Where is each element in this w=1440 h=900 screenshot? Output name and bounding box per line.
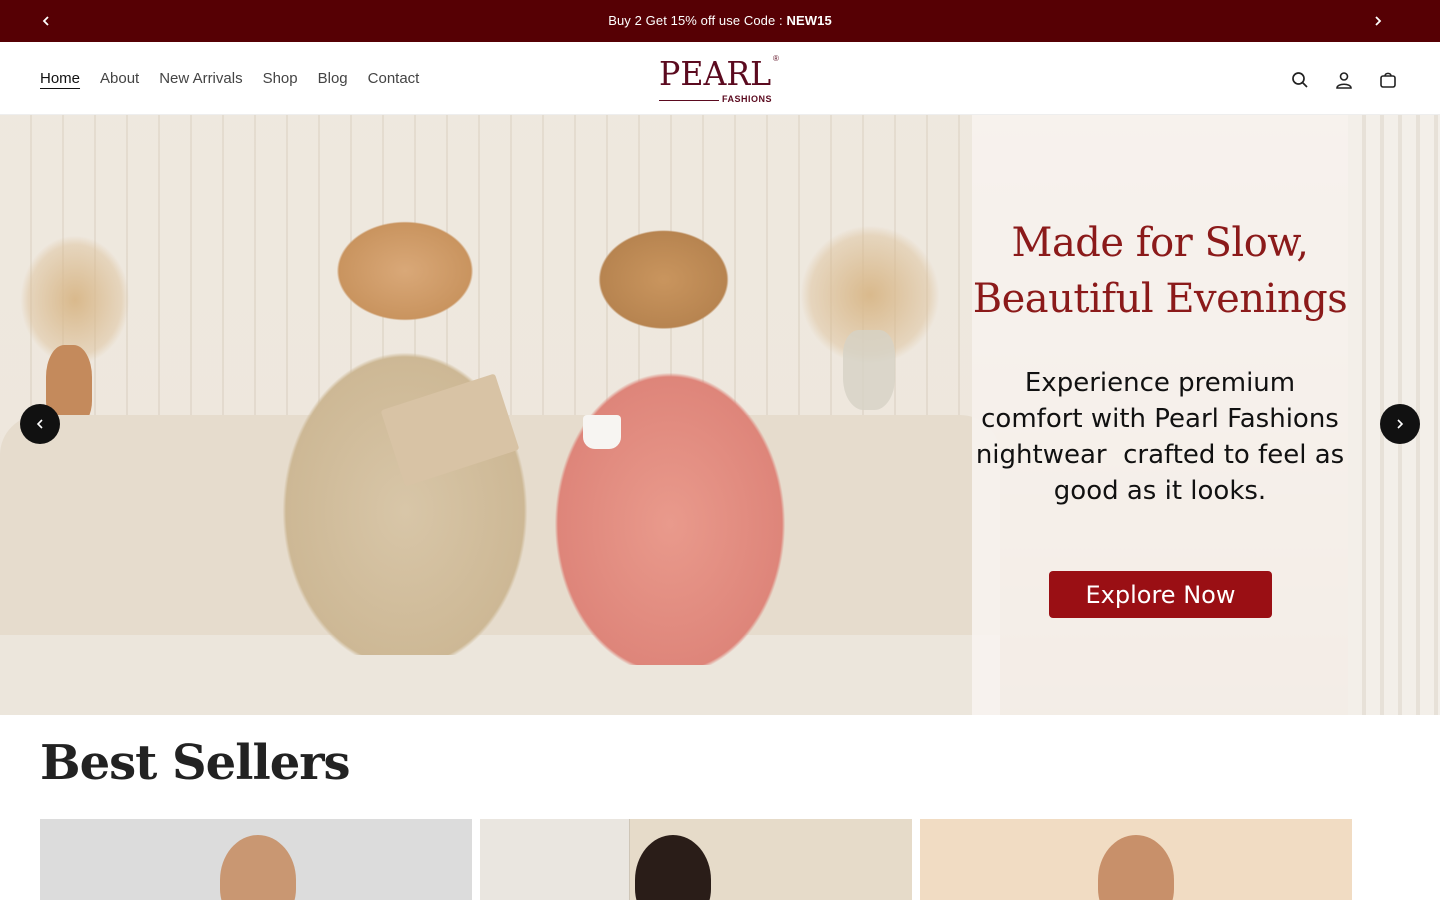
nav-about[interactable]: About (100, 70, 139, 87)
product-card[interactable] (480, 819, 912, 900)
search-button[interactable] (1288, 68, 1312, 92)
nav-contact[interactable]: Contact (368, 70, 420, 87)
announcement-prefix: Buy 2 Get 15% off use Code : (608, 13, 787, 28)
slide-next-button[interactable] (1380, 404, 1420, 444)
cart-button[interactable] (1376, 68, 1400, 92)
announcement-bar: Buy 2 Get 15% off use Code : NEW15 (0, 0, 1440, 42)
account-button[interactable] (1332, 68, 1356, 92)
search-icon (1292, 72, 1308, 88)
cart-icon (1380, 72, 1396, 88)
main-nav: Home About New Arrivals Shop Blog Contac… (40, 70, 419, 87)
product-card[interactable] (40, 819, 472, 900)
chevron-left-icon (36, 419, 43, 429)
hero-slideshow: Made for Slow, Beautiful Evenings Experi… (0, 115, 1440, 715)
chevron-right-icon (1397, 419, 1404, 429)
vase-right (843, 330, 895, 410)
nav-new-arrivals[interactable]: New Arrivals (159, 70, 242, 87)
hero-title: Made for Slow, Beautiful Evenings (972, 215, 1348, 327)
nav-shop[interactable]: Shop (263, 70, 298, 87)
product-card[interactable] (920, 819, 1352, 900)
chevron-right-icon (1375, 16, 1382, 26)
header-icons (1288, 68, 1400, 92)
hero-model-right (510, 195, 830, 665)
nav-home[interactable]: Home (40, 70, 80, 87)
nav-blog[interactable]: Blog (318, 70, 348, 87)
hero-title-line-1: Made for Slow, (1011, 220, 1309, 266)
product-grid (40, 819, 1352, 900)
announcement-next-button[interactable] (1367, 10, 1389, 32)
logo-subtitle: FASHIONS (722, 94, 773, 104)
explore-now-button[interactable]: Explore Now (1049, 571, 1272, 618)
announcement-text: Buy 2 Get 15% off use Code : NEW15 (0, 13, 1440, 28)
logo-registered-mark: ® (773, 54, 779, 63)
logo-word: PEARL (659, 54, 772, 93)
best-sellers-heading: Best Sellers (40, 735, 351, 791)
hero-description: Experience premium comfort with Pearl Fa… (975, 368, 1345, 506)
promo-code: NEW15 (786, 13, 832, 28)
hero-cup (583, 415, 621, 449)
slide-prev-button[interactable] (20, 404, 60, 444)
logo-underline (659, 100, 719, 101)
account-icon (1336, 72, 1352, 89)
brand-logo[interactable]: PEARL ® FASHIONS (655, 54, 785, 106)
site-header: Home About New Arrivals Shop Blog Contac… (0, 42, 1440, 115)
hero-title-line-2: Beautiful Evenings (972, 276, 1348, 322)
